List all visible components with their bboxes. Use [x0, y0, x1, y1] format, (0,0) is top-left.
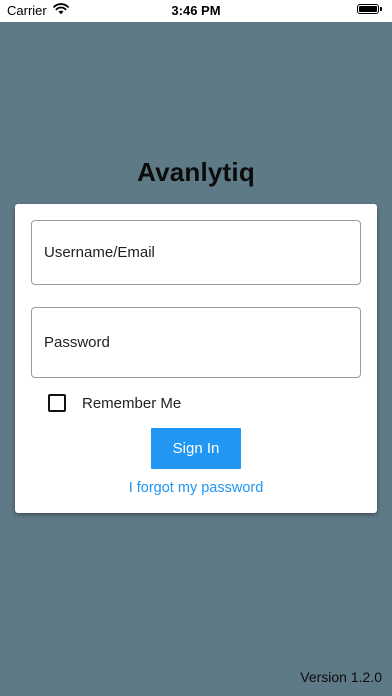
battery-icon: [357, 4, 382, 14]
version-label: Version 1.2.0: [300, 669, 382, 685]
username-input[interactable]: [32, 221, 360, 284]
login-card: Remember Me Sign In I forgot my password: [15, 204, 377, 513]
remember-me-label: Remember Me: [82, 394, 182, 412]
username-field-container: [31, 220, 361, 285]
battery-tip: [380, 7, 382, 11]
status-time: 3:46 PM: [171, 3, 221, 18]
password-field-container: [31, 307, 361, 378]
sign-in-button[interactable]: Sign In: [151, 428, 241, 469]
remember-me-row[interactable]: Remember Me: [48, 394, 181, 412]
battery-body: [357, 4, 379, 14]
status-bar: Carrier 3:46 PM: [0, 0, 392, 22]
forgot-password-link[interactable]: I forgot my password: [15, 480, 377, 496]
remember-me-checkbox[interactable]: [48, 394, 66, 412]
battery-fill: [359, 6, 377, 12]
password-input[interactable]: [32, 308, 360, 377]
app-title: Avanlytiq: [137, 157, 255, 187]
